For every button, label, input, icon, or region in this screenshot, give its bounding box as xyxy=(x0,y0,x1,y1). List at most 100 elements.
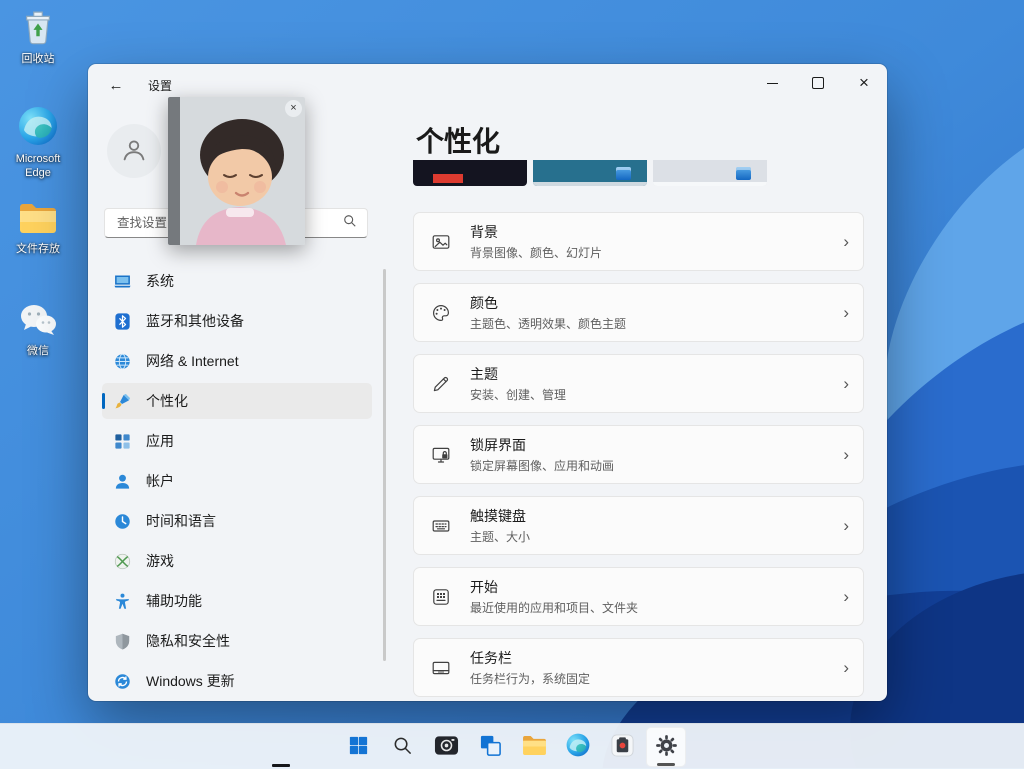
edge-icon xyxy=(566,733,590,760)
recycle-bin-icon xyxy=(21,8,55,49)
sidebar-item-apps[interactable]: 应用 xyxy=(102,423,372,459)
sidebar-item-accessibility[interactable]: 辅助功能 xyxy=(102,583,372,619)
taskbar-pinned-app-2[interactable] xyxy=(602,727,642,767)
theme-window-red xyxy=(433,174,463,183)
sidebar-item-accounts[interactable]: 帐户 xyxy=(102,463,372,499)
theme-window-glyph xyxy=(616,167,631,180)
sidebar-item-label: 网络 & Internet xyxy=(146,351,239,371)
card-start[interactable]: 开始 最近使用的应用和项目、文件夹 › xyxy=(413,567,864,626)
wechat-icon xyxy=(18,302,58,341)
sidebar-item-label: 隐私和安全性 xyxy=(146,631,230,651)
file-explorer-button[interactable] xyxy=(514,727,554,767)
system-icon xyxy=(112,271,132,291)
child-photo-image xyxy=(168,97,305,245)
background-image-icon xyxy=(430,232,452,252)
chevron-right-icon: › xyxy=(843,374,849,394)
window-title: 设置 xyxy=(148,77,172,94)
taskbar xyxy=(0,723,1024,769)
sidebar-item-label: 应用 xyxy=(146,431,174,451)
theme-previews xyxy=(413,160,864,186)
minimize-icon xyxy=(767,83,778,84)
card-title: 锁屏界面 xyxy=(470,435,614,455)
theme-taskbar xyxy=(653,182,767,186)
sidebar-item-network[interactable]: 网络 & Internet xyxy=(102,343,372,379)
task-view-button[interactable] xyxy=(470,727,510,767)
palette-icon xyxy=(430,303,452,323)
network-globe-icon xyxy=(112,351,132,371)
edge-icon xyxy=(18,106,58,149)
desktop-icon-folder[interactable]: 文件存放 xyxy=(2,202,74,257)
apps-grid-icon xyxy=(112,431,132,451)
card-lock-screen[interactable]: 锁屏界面 锁定屏幕图像、应用和动画 › xyxy=(413,425,864,484)
windows-start-icon xyxy=(347,734,370,760)
card-subtitle: 最近使用的应用和项目、文件夹 xyxy=(470,599,638,616)
theme-preview-blue[interactable] xyxy=(533,160,647,186)
theme-window-glyph xyxy=(736,167,751,180)
card-subtitle: 背景图像、颜色、幻灯片 xyxy=(470,244,602,261)
sidebar-item-label: Windows 更新 xyxy=(146,671,235,691)
card-subtitle: 安装、创建、管理 xyxy=(470,386,566,403)
card-themes[interactable]: 主题 安装、创建、管理 › xyxy=(413,354,864,413)
sidebar-nav: 系统 蓝牙和其他设备 网络 & Internet 个性化 应用 xyxy=(102,263,372,701)
person-icon xyxy=(119,135,149,168)
card-colors[interactable]: 颜色 主题色、透明效果、颜色主题 › xyxy=(413,283,864,342)
desktop-icon-label: 文件存放 xyxy=(16,243,60,257)
card-background[interactable]: 背景 背景图像、颜色、幻灯片 › xyxy=(413,212,864,271)
card-title: 开始 xyxy=(470,577,638,597)
desktop-icon-recycle-bin[interactable]: 回收站 xyxy=(2,8,74,67)
card-touch-keyboard[interactable]: 触摸键盘 主题、大小 › xyxy=(413,496,864,555)
sidebar-item-system[interactable]: 系统 xyxy=(102,263,372,299)
folder-icon xyxy=(18,202,58,239)
clock-icon xyxy=(112,511,132,531)
update-arrows-icon xyxy=(112,671,132,691)
account-avatar[interactable] xyxy=(107,124,161,178)
chevron-right-icon: › xyxy=(843,232,849,252)
desktop-icon-wechat[interactable]: 微信 xyxy=(2,302,74,359)
card-title: 触摸键盘 xyxy=(470,506,530,526)
desktop-icon-label: 回收站 xyxy=(22,53,55,67)
sidebar-item-gaming[interactable]: 游戏 xyxy=(102,543,372,579)
taskbar-search-button[interactable] xyxy=(382,727,422,767)
sidebar-item-label: 帐户 xyxy=(146,471,174,491)
search-icon xyxy=(343,214,357,233)
taskbar-pinned-app-1[interactable] xyxy=(426,727,466,767)
chevron-right-icon: › xyxy=(843,303,849,323)
maximize-button[interactable] xyxy=(795,64,841,102)
close-icon: × xyxy=(859,73,869,93)
file-explorer-icon xyxy=(522,735,547,759)
floating-photo[interactable]: × xyxy=(168,97,305,245)
card-subtitle: 锁定屏幕图像、应用和动画 xyxy=(470,457,614,474)
settings-gear-icon xyxy=(655,734,678,760)
card-title: 主题 xyxy=(470,364,566,384)
card-taskbar[interactable]: 任务栏 任务栏行为，系统固定 › xyxy=(413,638,864,697)
sidebar-item-label: 游戏 xyxy=(146,551,174,571)
photo-close-button[interactable]: × xyxy=(285,100,302,117)
accounts-person-icon xyxy=(112,471,132,491)
chevron-right-icon: › xyxy=(843,445,849,465)
sidebar-scrollbar[interactable] xyxy=(383,269,386,661)
desktop-icon-edge[interactable]: Microsoft Edge xyxy=(2,106,74,181)
settings-taskbar-button[interactable] xyxy=(646,727,686,767)
minimize-button[interactable] xyxy=(749,64,795,102)
task-view-icon xyxy=(479,734,502,760)
theme-preview-dark[interactable] xyxy=(413,160,527,186)
sidebar-item-time-language[interactable]: 时间和语言 xyxy=(102,503,372,539)
edge-taskbar-button[interactable] xyxy=(558,727,598,767)
xbox-sphere-icon xyxy=(112,551,132,571)
desktop-icon-label: 微信 xyxy=(27,345,49,359)
start-button[interactable] xyxy=(338,727,378,767)
sidebar-item-bluetooth[interactable]: 蓝牙和其他设备 xyxy=(102,303,372,339)
sidebar-item-windows-update[interactable]: Windows 更新 xyxy=(102,663,372,699)
theme-preview-light[interactable] xyxy=(653,160,767,186)
close-button[interactable]: × xyxy=(841,64,887,102)
taskbar-settings-icon xyxy=(430,658,452,678)
sidebar-item-label: 时间和语言 xyxy=(146,511,216,531)
sidebar-item-privacy[interactable]: 隐私和安全性 xyxy=(102,623,372,659)
screen-lock-icon xyxy=(430,445,452,465)
desktop-icon-label: Microsoft Edge xyxy=(2,153,74,181)
close-icon: × xyxy=(290,103,296,114)
sidebar-item-personalization[interactable]: 个性化 xyxy=(102,383,372,419)
chevron-right-icon: › xyxy=(843,658,849,678)
back-button[interactable]: ← xyxy=(100,70,132,100)
card-title: 背景 xyxy=(470,222,602,242)
